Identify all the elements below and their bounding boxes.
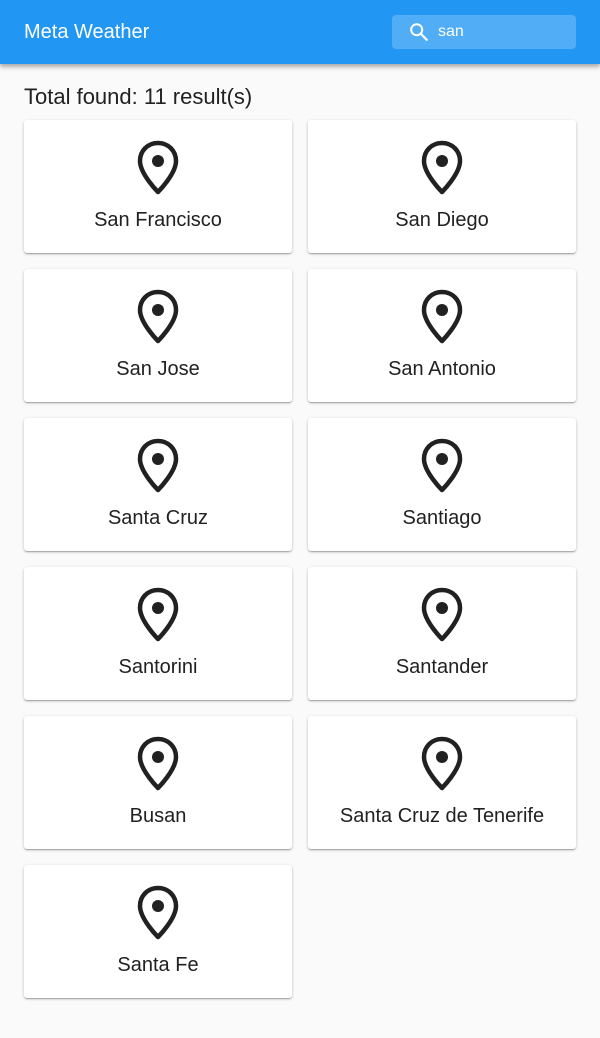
map-pin-icon xyxy=(421,736,463,791)
location-card-label: Santa Cruz xyxy=(107,507,209,529)
location-card-label: Busan xyxy=(129,805,187,827)
location-card-label: San Jose xyxy=(116,358,200,380)
map-pin-icon xyxy=(421,289,463,344)
location-card-label: San Francisco xyxy=(94,209,222,231)
app-title: Meta Weather xyxy=(24,21,150,43)
results-count-heading: Total found: 11 result(s) xyxy=(24,84,253,109)
map-pin-icon xyxy=(137,438,179,493)
map-pin-icon xyxy=(137,587,179,642)
location-card[interactable]: Santa Cruz de Tenerife xyxy=(308,716,576,849)
location-card[interactable]: San Diego xyxy=(308,120,576,253)
location-card[interactable]: Santa Fe xyxy=(24,865,292,998)
results-grid: San Francisco San Diego San Jose San Ant… xyxy=(24,120,576,998)
location-card[interactable]: Santiago xyxy=(308,418,576,551)
location-card-label: San Diego xyxy=(395,209,489,231)
map-pin-icon xyxy=(137,140,179,195)
location-card-label: San Antonio xyxy=(388,358,496,380)
location-card[interactable]: Busan xyxy=(24,716,292,849)
location-card-label: Santorini xyxy=(118,656,198,678)
search-box[interactable] xyxy=(392,15,576,49)
map-pin-icon xyxy=(137,736,179,791)
location-card-label: Santa Cruz de Tenerife xyxy=(339,805,545,827)
search-input[interactable] xyxy=(438,15,568,49)
location-card-label: Santander xyxy=(395,656,489,678)
location-card[interactable]: San Jose xyxy=(24,269,292,402)
map-pin-icon xyxy=(137,885,179,940)
location-card[interactable]: San Francisco xyxy=(24,120,292,253)
location-card[interactable]: Santorini xyxy=(24,567,292,700)
location-card[interactable]: San Antonio xyxy=(308,269,576,402)
search-icon xyxy=(410,23,428,41)
map-pin-icon xyxy=(421,140,463,195)
map-pin-icon xyxy=(421,438,463,493)
map-pin-icon xyxy=(137,289,179,344)
location-card[interactable]: Santander xyxy=(308,567,576,700)
map-pin-icon xyxy=(421,587,463,642)
location-card[interactable]: Santa Cruz xyxy=(24,418,292,551)
location-card-label: Santiago xyxy=(402,507,482,529)
app-bar: Meta Weather xyxy=(0,0,600,64)
location-card-label: Santa Fe xyxy=(117,954,199,976)
